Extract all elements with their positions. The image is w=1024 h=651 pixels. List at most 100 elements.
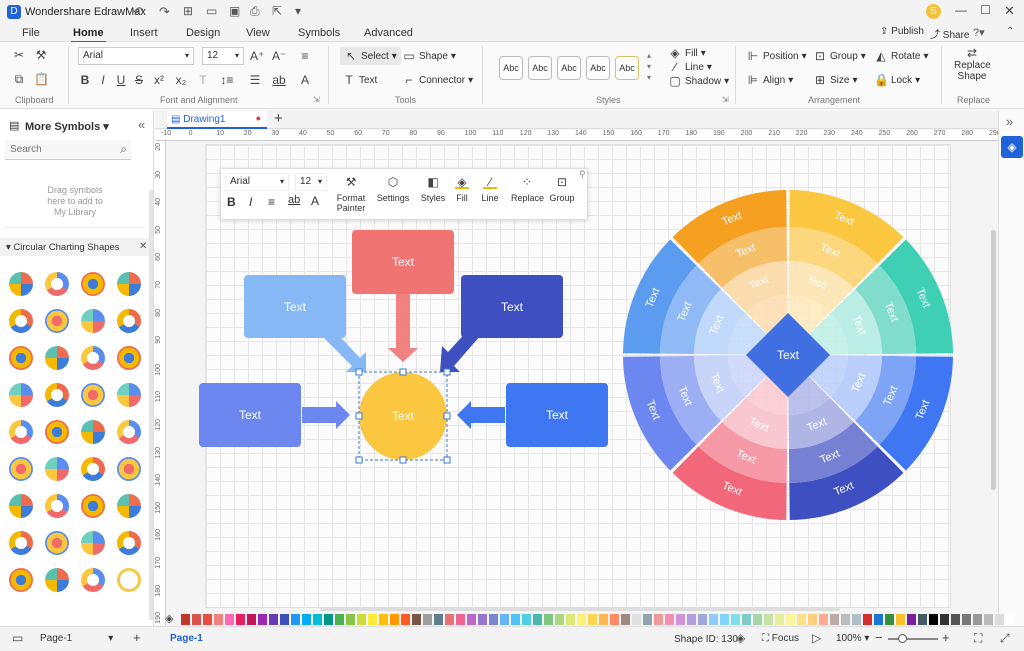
- palette-swatch[interactable]: [445, 613, 454, 625]
- palette-swatch[interactable]: [786, 613, 795, 625]
- float-align-icon[interactable]: ≡: [268, 195, 275, 209]
- palette-swatch[interactable]: [885, 613, 894, 625]
- palette-swatch[interactable]: [247, 613, 256, 625]
- float-format-painter-button[interactable]: ⚒ Format Painter: [335, 175, 367, 213]
- palette-swatch[interactable]: [643, 613, 652, 625]
- palette-swatch[interactable]: [511, 613, 520, 625]
- palette-swatch[interactable]: [401, 613, 410, 625]
- palette-swatch[interactable]: [940, 613, 949, 625]
- palette-swatch[interactable]: [621, 613, 630, 625]
- zoom-slider[interactable]: [888, 638, 938, 640]
- float-font-select[interactable]: Arial ▾: [225, 173, 289, 191]
- float-styles-button[interactable]: ◧ Styles: [419, 175, 447, 203]
- format-panel-button[interactable]: ◈: [1001, 136, 1023, 158]
- palette-swatch[interactable]: [698, 613, 707, 625]
- palette-swatch[interactable]: [544, 613, 553, 625]
- palette-swatch[interactable]: [797, 613, 806, 625]
- palette-swatch[interactable]: [533, 613, 542, 625]
- palette-swatch[interactable]: [412, 613, 421, 625]
- float-group-button[interactable]: ⊡ Group: [547, 175, 577, 203]
- palette-swatch[interactable]: [313, 613, 322, 625]
- palette-swatch[interactable]: [676, 613, 685, 625]
- float-settings-button[interactable]: ⬡ Settings: [375, 175, 411, 203]
- palette-swatch[interactable]: [1006, 613, 1015, 625]
- palette-swatch[interactable]: [654, 613, 663, 625]
- palette-swatch[interactable]: [709, 613, 718, 625]
- palette-swatch[interactable]: [368, 613, 377, 625]
- palette-swatch[interactable]: [522, 613, 531, 625]
- palette-swatch[interactable]: [907, 613, 916, 625]
- page-tab[interactable]: Page-1: [170, 633, 203, 644]
- palette-swatch[interactable]: [830, 613, 839, 625]
- palette-swatch[interactable]: [984, 613, 993, 625]
- palette-swatch[interactable]: [456, 613, 465, 625]
- palette-swatch[interactable]: [258, 613, 267, 625]
- palette-swatch[interactable]: [390, 613, 399, 625]
- zoom-out-icon[interactable]: −: [875, 630, 883, 645]
- float-size-select[interactable]: 12 ▾: [295, 173, 327, 191]
- float-font-color-icon[interactable]: ab: [288, 194, 300, 206]
- float-fill-button[interactable]: ◈ Fill: [451, 175, 473, 203]
- palette-swatch[interactable]: [665, 613, 674, 625]
- palette-swatch[interactable]: [467, 613, 476, 625]
- palette-swatch[interactable]: [379, 613, 388, 625]
- fit-page-icon[interactable]: ⛶: [974, 631, 982, 646]
- float-italic-icon[interactable]: I: [249, 195, 252, 209]
- palette-swatch[interactable]: [775, 613, 784, 625]
- palette-swatch[interactable]: [346, 613, 355, 625]
- palette-swatch[interactable]: [687, 613, 696, 625]
- palette-swatch[interactable]: [874, 613, 883, 625]
- palette-swatch[interactable]: [918, 613, 927, 625]
- palette-swatch[interactable]: [577, 613, 586, 625]
- zoom-level[interactable]: 100% ▾: [836, 633, 869, 644]
- palette-swatch[interactable]: [500, 613, 509, 625]
- arrow-from-top[interactable]: [388, 294, 418, 362]
- palette-swatch[interactable]: [269, 613, 278, 625]
- palette-swatch[interactable]: [863, 613, 872, 625]
- palette-swatch[interactable]: [896, 613, 905, 625]
- zoom-slider-handle[interactable]: [898, 634, 907, 643]
- palette-swatch[interactable]: [731, 613, 740, 625]
- pin-toolbar-icon[interactable]: ⚲: [579, 169, 586, 180]
- palette-swatch[interactable]: [599, 613, 608, 625]
- palette-swatch[interactable]: [555, 613, 564, 625]
- palette-swatch[interactable]: [280, 613, 289, 625]
- arrow-from-right[interactable]: [457, 401, 505, 429]
- float-text-color-icon[interactable]: A: [311, 194, 319, 208]
- palette-swatch[interactable]: [434, 613, 443, 625]
- palette-swatch[interactable]: [929, 613, 938, 625]
- palette-swatch[interactable]: [478, 613, 487, 625]
- palette-swatch[interactable]: [588, 613, 597, 625]
- palette-swatch[interactable]: [423, 613, 432, 625]
- palette-swatch[interactable]: [291, 613, 300, 625]
- palette-swatch[interactable]: [181, 613, 190, 625]
- float-replace-button[interactable]: ⁘ Replace: [511, 175, 544, 203]
- palette-swatch[interactable]: [225, 613, 234, 625]
- palette-swatch[interactable]: [962, 613, 971, 625]
- fill-picker-icon[interactable]: ◈: [165, 612, 173, 625]
- arrow-from-left[interactable]: [302, 401, 350, 429]
- palette-swatch[interactable]: [192, 613, 201, 625]
- palette-swatch[interactable]: [808, 613, 817, 625]
- palette-swatch[interactable]: [610, 613, 619, 625]
- palette-swatch[interactable]: [632, 613, 641, 625]
- palette-swatch[interactable]: [203, 613, 212, 625]
- palette-swatch[interactable]: [951, 613, 960, 625]
- palette-swatch[interactable]: [324, 613, 333, 625]
- palette-swatch[interactable]: [852, 613, 861, 625]
- float-line-button[interactable]: ∕ Line: [479, 175, 501, 203]
- palette-swatch[interactable]: [973, 613, 982, 625]
- focus-button[interactable]: ⛶ Focus: [762, 633, 799, 644]
- layers-icon[interactable]: ◈: [736, 631, 745, 645]
- float-bold-icon[interactable]: B: [227, 195, 236, 209]
- play-icon[interactable]: ▷: [812, 631, 821, 645]
- palette-swatch[interactable]: [357, 613, 366, 625]
- palette-swatch[interactable]: [720, 613, 729, 625]
- palette-swatch[interactable]: [335, 613, 344, 625]
- palette-swatch[interactable]: [841, 613, 850, 625]
- page-panel-icon[interactable]: ▭: [12, 631, 23, 645]
- fullscreen-icon[interactable]: ⤢: [1000, 631, 1010, 646]
- palette-swatch[interactable]: [236, 613, 245, 625]
- palette-swatch[interactable]: [489, 613, 498, 625]
- add-page-icon[interactable]: +: [133, 630, 141, 645]
